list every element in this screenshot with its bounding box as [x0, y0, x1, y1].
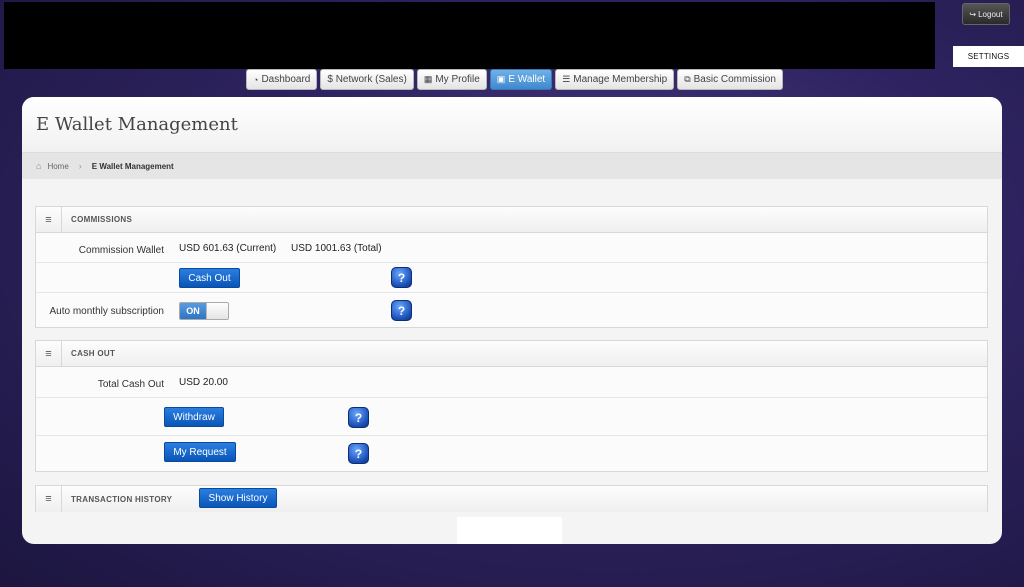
page-title: E Wallet Management — [36, 114, 238, 135]
tab-manage-membership[interactable]: ☰ Manage Membership — [555, 69, 675, 90]
breadcrumb: ⌂ Home › E Wallet Management — [22, 153, 1002, 179]
total-cash-out-row: Total Cash Out USD 20.00 — [36, 367, 987, 398]
dashboard-icon: ◔ — [253, 74, 259, 85]
section-title: TRANSACTION HISTORY — [71, 494, 173, 504]
blank-box — [457, 517, 562, 544]
commissions-header: ≡ COMMISSIONS — [36, 206, 987, 233]
chevron-right-icon: › — [78, 161, 82, 171]
my-request-row: My Request ? — [36, 436, 987, 471]
settings-button[interactable]: SETTINGS — [953, 46, 1024, 67]
commissions-section: ≡ COMMISSIONS Commission Wallet USD 601.… — [35, 206, 988, 328]
cash-out-button[interactable]: Cash Out — [179, 268, 240, 288]
total-cash-out-value: USD 20.00 — [179, 377, 228, 388]
main-panel: E Wallet Management ⌂ Home › E Wallet Ma… — [22, 97, 1002, 544]
section-title: COMMISSIONS — [71, 215, 133, 224]
help-button[interactable]: ? — [391, 267, 412, 288]
auto-subscription-label: Auto monthly subscription — [49, 306, 164, 317]
top-banner — [4, 2, 935, 69]
commission-total-value: USD 1001.63 (Total) — [291, 243, 382, 254]
withdraw-row: Withdraw ? — [36, 398, 987, 436]
tab-label: My Profile — [435, 74, 480, 85]
tab-basic-commission[interactable]: ⧉ Basic Commission — [677, 69, 783, 90]
wallet-icon: ▣ — [496, 74, 506, 84]
grid-icon: ▦ — [423, 74, 433, 84]
menu-icon[interactable]: ≡ — [36, 486, 62, 512]
cash-out-row: Cash Out ? — [36, 263, 987, 293]
auto-subscription-toggle[interactable]: ON — [179, 302, 229, 320]
tab-my-profile[interactable]: ▦ My Profile — [416, 69, 487, 90]
menu-icon[interactable]: ≡ — [36, 340, 62, 367]
tab-label: $ Network (Sales) — [327, 74, 407, 85]
auto-subscription-row: Auto monthly subscription ON ? — [36, 293, 987, 327]
commission-current-value: USD 601.63 (Current) — [179, 243, 277, 254]
section-title: CASH OUT — [71, 349, 116, 358]
withdraw-button[interactable]: Withdraw — [164, 407, 224, 427]
cash-out-section: ≡ CASH OUT Total Cash Out USD 20.00 With… — [35, 340, 988, 472]
toggle-on-label: ON — [180, 303, 206, 319]
breadcrumb-home[interactable]: Home — [47, 162, 68, 171]
help-button[interactable]: ? — [391, 300, 412, 321]
panel-header: E Wallet Management — [22, 97, 1002, 153]
home-icon: ⌂ — [36, 161, 42, 171]
logout-icon: ↪ — [969, 9, 977, 19]
total-cash-out-label: Total Cash Out — [97, 379, 164, 390]
help-button[interactable]: ? — [348, 407, 369, 428]
transaction-history-section: ≡ TRANSACTION HISTORY Show History — [35, 485, 988, 512]
show-history-button[interactable]: Show History — [199, 488, 277, 508]
external-link-icon: ⧉ — [684, 74, 691, 84]
tab-e-wallet[interactable]: ▣ E Wallet — [489, 69, 553, 90]
logout-button[interactable]: ↪ Logout — [962, 3, 1010, 25]
tab-label: E Wallet — [508, 74, 546, 85]
tab-label: Manage Membership — [573, 74, 668, 85]
tab-label: Basic Commission — [693, 74, 776, 85]
breadcrumb-current: E Wallet Management — [91, 161, 174, 171]
help-button[interactable]: ? — [348, 443, 369, 464]
menu-icon[interactable]: ≡ — [36, 206, 62, 233]
my-request-button[interactable]: My Request — [164, 442, 236, 462]
cash-out-header: ≡ CASH OUT — [36, 340, 987, 367]
logout-label: Logout — [978, 9, 1003, 19]
transaction-history-header: ≡ TRANSACTION HISTORY Show History — [36, 486, 987, 512]
commission-wallet-label: Commission Wallet — [78, 245, 164, 256]
list-icon: ☰ — [562, 74, 571, 84]
tab-dashboard[interactable]: ◔ Dashboard — [246, 69, 318, 90]
toggle-knob — [206, 303, 228, 319]
commission-wallet-row: Commission Wallet USD 601.63 (Current) U… — [36, 233, 987, 263]
tab-network-sales[interactable]: $ Network (Sales) — [320, 69, 414, 90]
tab-label: Dashboard — [261, 74, 311, 85]
main-nav: ◔ Dashboard $ Network (Sales) ▦ My Profi… — [246, 69, 783, 90]
